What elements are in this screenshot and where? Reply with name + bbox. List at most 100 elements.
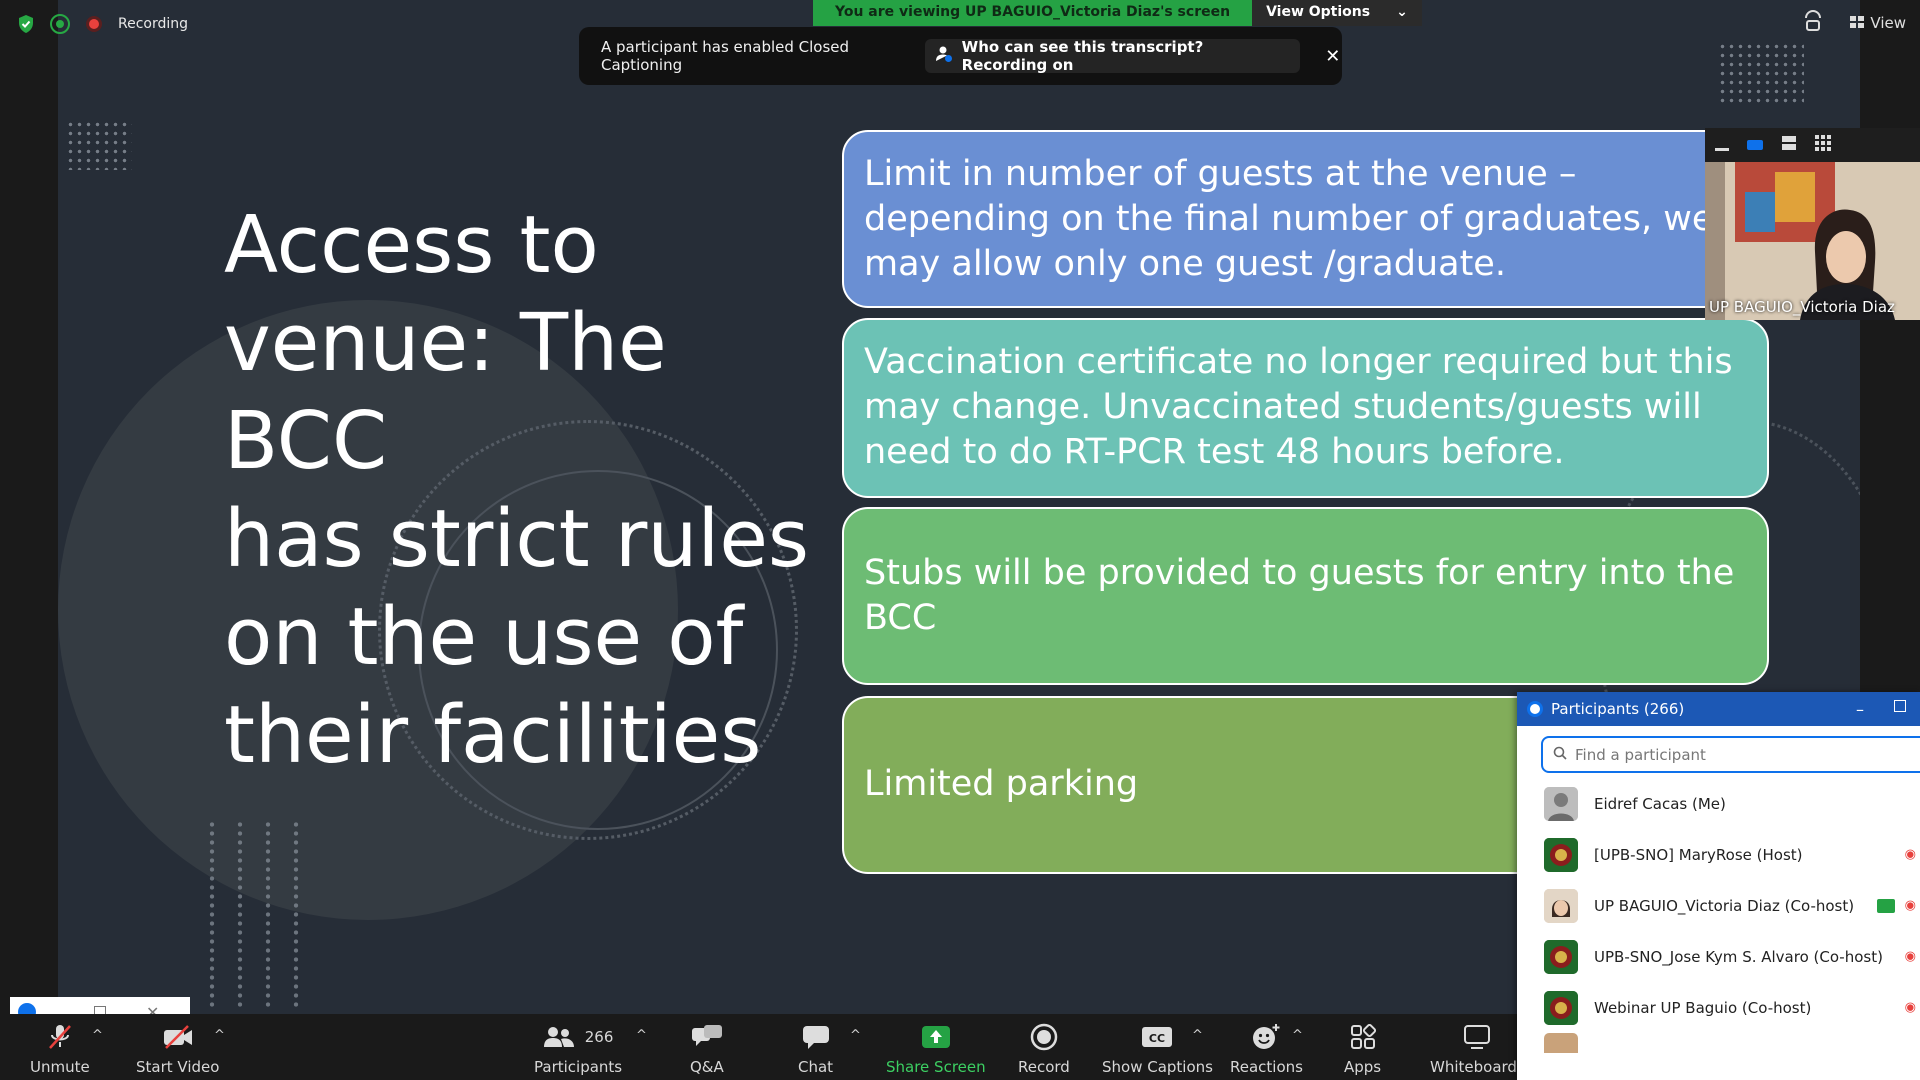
participant-row[interactable]: UPB-SNO_Jose Kym S. Alvaro (Co-host) ◉ bbox=[1517, 931, 1920, 982]
participants-label: Participants bbox=[534, 1058, 623, 1076]
dot-grid-topright bbox=[1718, 42, 1804, 104]
participants-icon: 266 bbox=[543, 1022, 614, 1052]
participant-name: UP BAGUIO_Victoria Diaz (Co-host) bbox=[1594, 896, 1855, 915]
slide-box-vaccination: Vaccination certificate no longer requir… bbox=[842, 318, 1769, 498]
search-icon bbox=[1553, 746, 1567, 764]
participant-row[interactable]: UP BAGUIO_Victoria Diaz (Co-host) ◉ bbox=[1517, 880, 1920, 931]
view-label: View bbox=[1870, 14, 1906, 32]
single-video-icon[interactable] bbox=[1747, 140, 1763, 150]
video-off-icon: ◉ bbox=[1904, 1000, 1916, 1015]
slide-box-stubs: Stubs will be provided to guests for ent… bbox=[842, 507, 1769, 685]
view-options-label: View Options bbox=[1266, 4, 1371, 20]
slide-box-guest-limit: Limit in number of guests at the venue –… bbox=[842, 130, 1761, 308]
view-options-button[interactable]: View Options ⌄ bbox=[1252, 0, 1422, 26]
find-participant-placeholder: Find a participant bbox=[1575, 745, 1706, 764]
reactions-label: Reactions bbox=[1230, 1058, 1303, 1076]
share-screen-button[interactable]: Share Screen bbox=[886, 1022, 986, 1076]
video-layout-tools bbox=[1705, 128, 1920, 162]
gallery-grid-icon[interactable] bbox=[1815, 135, 1831, 155]
zoom-logo-icon bbox=[1527, 701, 1543, 717]
avatar bbox=[1544, 1033, 1578, 1053]
popout-icon[interactable] bbox=[1894, 699, 1906, 712]
record-icon bbox=[1030, 1022, 1058, 1052]
user-info-icon bbox=[935, 45, 953, 67]
chat-chevron-icon[interactable]: ^ bbox=[850, 1028, 861, 1043]
audio-options-chevron-icon[interactable]: ^ bbox=[92, 1028, 103, 1043]
recording-label: Recording bbox=[118, 16, 189, 32]
minimize-video-icon[interactable] bbox=[1715, 147, 1729, 151]
record-button[interactable]: Record bbox=[1018, 1022, 1070, 1076]
participant-name: [UPB-SNO] MaryRose (Host) bbox=[1594, 845, 1803, 864]
participants-panel-title: Participants (266) bbox=[1551, 700, 1685, 718]
chat-button[interactable]: Chat bbox=[798, 1022, 833, 1076]
avatar bbox=[1544, 939, 1578, 974]
whiteboards-label: Whiteboards bbox=[1430, 1058, 1525, 1076]
video-off-icon bbox=[162, 1022, 194, 1052]
share-screen-label: Share Screen bbox=[886, 1058, 986, 1076]
participant-row-partial[interactable] bbox=[1517, 1033, 1920, 1053]
dot-columns-bottomleft bbox=[198, 820, 304, 1010]
transcript-button-label: Who can see this transcript? Recording o… bbox=[961, 38, 1204, 74]
participants-button[interactable]: 266 Participants bbox=[534, 1022, 622, 1076]
avatar bbox=[1544, 990, 1578, 1025]
qa-bubbles-icon bbox=[691, 1022, 723, 1052]
show-captions-label: Show Captions bbox=[1102, 1058, 1213, 1076]
close-icon[interactable]: ✕ bbox=[1324, 46, 1342, 67]
chat-bubble-icon bbox=[802, 1022, 830, 1052]
participants-chevron-icon[interactable]: ^ bbox=[636, 1028, 647, 1043]
whiteboards-button[interactable]: Whiteboards bbox=[1430, 1022, 1525, 1076]
stacked-video-icon[interactable] bbox=[1781, 135, 1797, 155]
video-participant-name: UP BAGUIO_Victoria Diaz bbox=[1709, 298, 1895, 316]
qa-button[interactable]: Q&A bbox=[690, 1022, 724, 1076]
unmute-label: Unmute bbox=[30, 1058, 90, 1076]
start-video-button[interactable]: Start Video bbox=[136, 1022, 219, 1076]
chat-label: Chat bbox=[798, 1058, 834, 1076]
view-button[interactable]: View bbox=[1850, 14, 1906, 32]
participant-video-tile[interactable]: UP BAGUIO_Victoria Diaz bbox=[1705, 162, 1920, 320]
unmute-button[interactable]: Unmute bbox=[30, 1022, 90, 1076]
smiley-plus-icon bbox=[1251, 1022, 1281, 1052]
minimize-icon[interactable]: – bbox=[1856, 700, 1864, 719]
video-off-icon: ◉ bbox=[1904, 949, 1916, 964]
video-options-chevron-icon[interactable]: ^ bbox=[214, 1028, 225, 1043]
closed-caption-notification: A participant has enabled Closed Caption… bbox=[579, 27, 1342, 85]
participant-name: Eidref Cacas (Me) bbox=[1594, 794, 1726, 813]
share-screen-icon bbox=[921, 1022, 951, 1052]
participant-row[interactable]: Webinar UP Baguio (Co-host) ◉ bbox=[1517, 982, 1920, 1033]
participant-name: UPB-SNO_Jose Kym S. Alvaro (Co-host) bbox=[1594, 947, 1883, 966]
participant-list: Eidref Cacas (Me) [UPB-SNO] MaryRose (Ho… bbox=[1517, 778, 1920, 1053]
participants-count: 266 bbox=[584, 1028, 614, 1046]
meeting-status-bar: Recording bbox=[14, 12, 188, 36]
record-label: Record bbox=[1018, 1058, 1070, 1076]
captions-chevron-icon[interactable]: ^ bbox=[1192, 1028, 1203, 1043]
connection-quality-icon[interactable] bbox=[48, 12, 72, 36]
start-video-label: Start Video bbox=[136, 1058, 220, 1076]
svg-text:CC: CC bbox=[1149, 1032, 1165, 1045]
apps-label: Apps bbox=[1344, 1058, 1382, 1076]
video-off-icon: ◉ bbox=[1904, 847, 1916, 862]
reactions-chevron-icon[interactable]: ^ bbox=[1292, 1028, 1303, 1043]
security-shield-icon[interactable] bbox=[14, 12, 38, 36]
recording-dot-icon bbox=[82, 12, 106, 36]
apps-button[interactable]: Apps bbox=[1344, 1022, 1381, 1076]
participant-row[interactable]: [UPB-SNO] MaryRose (Host) ◉ bbox=[1517, 829, 1920, 880]
participant-video-feed bbox=[1705, 162, 1920, 320]
avatar bbox=[1544, 837, 1578, 872]
screen-share-icon bbox=[1876, 898, 1895, 913]
participant-name: Webinar UP Baguio (Co-host) bbox=[1594, 998, 1812, 1017]
dot-grid-topleft bbox=[66, 120, 132, 170]
find-participant-input[interactable]: Find a participant bbox=[1541, 736, 1920, 773]
participants-panel: Participants (266) – Find a participant … bbox=[1517, 692, 1920, 1080]
muted-mic-icon bbox=[47, 1022, 73, 1052]
cc-notification-text: A participant has enabled Closed Caption… bbox=[601, 38, 850, 74]
participant-row[interactable]: Eidref Cacas (Me) bbox=[1517, 778, 1920, 829]
participants-panel-header: Participants (266) – bbox=[1517, 692, 1920, 726]
top-right-controls: View bbox=[1804, 10, 1906, 36]
apps-icon bbox=[1350, 1022, 1376, 1052]
chevron-down-icon: ⌄ bbox=[1396, 4, 1408, 20]
qa-label: Q&A bbox=[690, 1058, 724, 1076]
whiteboard-icon bbox=[1463, 1022, 1491, 1052]
immersive-icon[interactable] bbox=[1804, 10, 1822, 36]
transcript-info-button[interactable]: Who can see this transcript? Recording o… bbox=[924, 38, 1300, 74]
slide-title: Access to venue: The BCC has strict rule… bbox=[224, 199, 810, 781]
